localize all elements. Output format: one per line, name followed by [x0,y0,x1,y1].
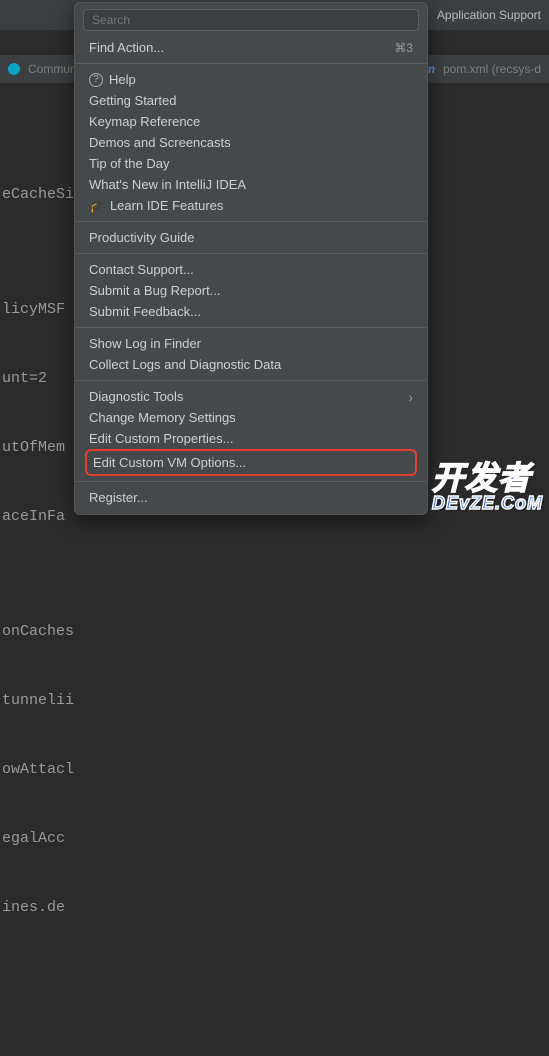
tab-icon [8,63,20,75]
shortcut-label: ⌘3 [394,41,413,55]
graduation-cap-icon: 🎓 [89,199,104,213]
separator [75,63,427,64]
separator [75,221,427,222]
separator [75,380,427,381]
help-menu: Find Action... ⌘3 ?Help Getting Started … [74,2,428,515]
menu-diagnostic-tools[interactable]: Diagnostic Tools › [75,386,427,407]
menu-keymap-reference[interactable]: Keymap Reference [75,111,427,132]
menu-contact-support[interactable]: Contact Support... [75,259,427,280]
menu-edit-custom-vm-options[interactable]: Edit Custom VM Options... [89,452,413,473]
menu-find-action[interactable]: Find Action... ⌘3 [75,37,427,58]
menu-change-memory[interactable]: Change Memory Settings [75,407,427,428]
tab-right-label[interactable]: pom.xml (recsys-d [443,62,541,76]
search-input[interactable] [83,9,419,31]
menu-whats-new[interactable]: What's New in IntelliJ IDEA [75,174,427,195]
tab-left-label[interactable]: Commur [28,62,74,76]
separator [75,253,427,254]
separator [75,481,427,482]
menu-edit-custom-properties[interactable]: Edit Custom Properties... [75,428,427,449]
menu-productivity-guide[interactable]: Productivity Guide [75,227,427,248]
menu-collect-logs[interactable]: Collect Logs and Diagnostic Data [75,354,427,375]
highlight-box: Edit Custom VM Options... [85,449,417,476]
chevron-right-icon: › [408,389,413,405]
menu-learn-ide[interactable]: 🎓Learn IDE Features [75,195,427,216]
breadcrumb-fragment: Application Support [437,8,541,22]
menu-getting-started[interactable]: Getting Started [75,90,427,111]
menu-help[interactable]: ?Help [75,69,427,90]
help-icon: ? [89,73,103,87]
menu-submit-feedback[interactable]: Submit Feedback... [75,301,427,322]
menu-show-log[interactable]: Show Log in Finder [75,333,427,354]
menu-tip-of-day[interactable]: Tip of the Day [75,153,427,174]
menu-demos[interactable]: Demos and Screencasts [75,132,427,153]
menu-submit-bug[interactable]: Submit a Bug Report... [75,280,427,301]
separator [75,327,427,328]
menu-register[interactable]: Register... [75,487,427,508]
